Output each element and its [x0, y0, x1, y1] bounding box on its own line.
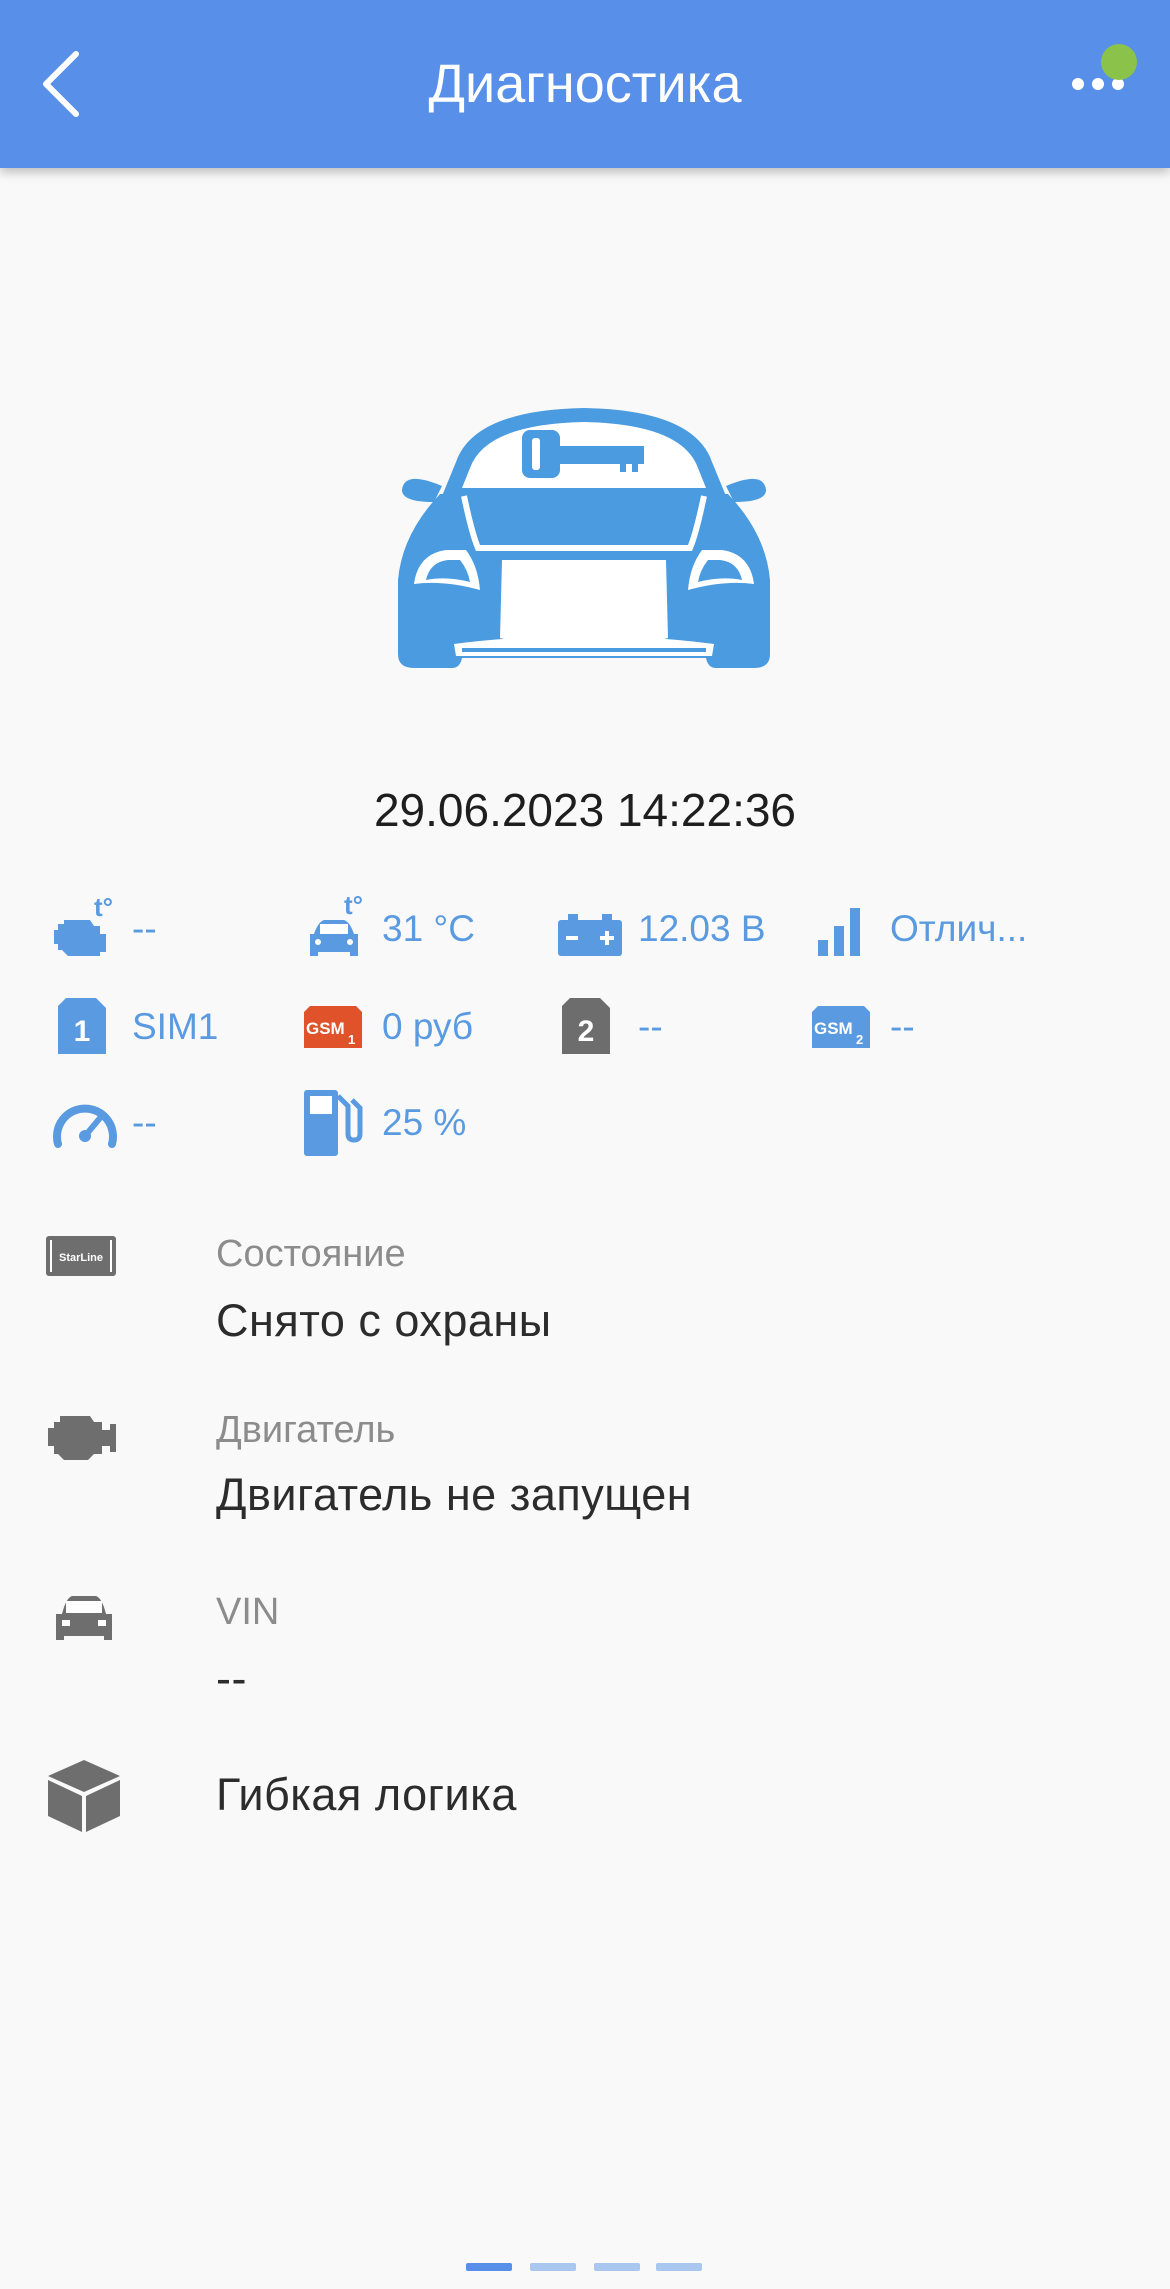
info-row-state: StarLine Состояние Снято с охраны: [0, 1226, 1170, 1356]
cube-icon: [48, 1760, 120, 1832]
svg-text:t°: t°: [344, 894, 363, 920]
engine-temp-icon: t°: [54, 894, 113, 956]
signal-icon: [818, 908, 860, 956]
online-status-dot: [1101, 44, 1137, 80]
engine-icon: [48, 1416, 116, 1460]
stat-sim1: 1 SIM1: [50, 992, 300, 1062]
flex-logic-label[interactable]: Гибкая логика: [216, 1768, 517, 1822]
sim1-value: SIM1: [132, 1006, 219, 1047]
svg-text:2: 2: [856, 1032, 863, 1047]
svg-text:2: 2: [578, 1015, 595, 1048]
engine-status-value: Двигатель не запущен: [216, 1469, 693, 1520]
gsm2-balance-value: --: [890, 1006, 915, 1047]
fuel-icon: [304, 1090, 363, 1156]
stat-battery: 12.03 В: [556, 894, 806, 964]
svg-text:t°: t°: [94, 894, 113, 922]
gsm2-balance-icon: GSM 2: [812, 1006, 870, 1048]
svg-text:1: 1: [74, 1015, 91, 1048]
page-title: Диагностика: [428, 54, 742, 114]
vin-label: VIN: [216, 1591, 280, 1633]
stat-gsm2-balance: GSM 2 --: [808, 992, 1058, 1062]
car-front-illustration: [398, 408, 770, 668]
signal-quality-value: Отлич...: [890, 908, 1028, 949]
more-menu-icon[interactable]: [1068, 40, 1148, 120]
state-label: Состояние: [216, 1233, 406, 1275]
gsm1-balance-value: 0 руб: [382, 1006, 474, 1047]
info-row-vin: VIN --: [0, 1586, 1170, 1716]
svg-text:GSM: GSM: [814, 1019, 853, 1038]
diagnostics-screen: Диагностика 29.06.2023 14:22:36 t° -- t°…: [0, 0, 1170, 2289]
speedometer-icon: [53, 1104, 117, 1148]
app-header: Диагностика: [0, 0, 1170, 168]
stat-engine-temp: t° --: [50, 894, 300, 964]
stat-fuel: 25 %: [300, 1088, 550, 1158]
engine-label: Двигатель: [216, 1409, 396, 1451]
state-value: Снято с охраны: [216, 1295, 552, 1346]
svg-text:StarLine: StarLine: [59, 1252, 103, 1264]
engine-temp-value: --: [132, 908, 157, 949]
gsm1-balance-icon: GSM 1: [304, 1006, 362, 1048]
sim1-icon: 1: [58, 998, 106, 1054]
svg-text:1: 1: [348, 1032, 355, 1047]
starline-logo-icon: StarLine: [46, 1236, 116, 1276]
last-update-datetime: 29.06.2023 14:22:36: [373, 784, 797, 836]
sim2-icon: 2: [562, 998, 610, 1054]
info-row-flex-logic[interactable]: Гибкая логика: [0, 1758, 1170, 1838]
fuel-level-value: 25 %: [382, 1102, 467, 1143]
page-dot-active[interactable]: [466, 2263, 512, 2271]
stat-gsm-signal: Отлич...: [808, 894, 1058, 964]
cabin-temp-value: 31 °C: [382, 908, 475, 949]
page-dot[interactable]: [656, 2263, 702, 2271]
svg-text:GSM: GSM: [306, 1019, 345, 1038]
stat-speed: --: [50, 1088, 300, 1158]
info-row-engine: Двигатель Двигатель не запущен: [0, 1406, 1170, 1536]
page-dot[interactable]: [594, 2263, 640, 2271]
speed-value: --: [132, 1102, 157, 1143]
car-icon: [56, 1596, 112, 1640]
vin-value: --: [216, 1653, 247, 1704]
cabin-temp-icon: t°: [310, 894, 363, 956]
battery-icon: [558, 914, 622, 956]
page-dot[interactable]: [530, 2263, 576, 2271]
sim2-value: --: [638, 1006, 663, 1047]
stat-sim2: 2 --: [556, 992, 806, 1062]
stat-cabin-temp: t° 31 °C: [300, 894, 550, 964]
battery-voltage-value: 12.03 В: [638, 908, 766, 949]
stat-gsm1-balance: GSM 1 0 руб: [300, 992, 550, 1062]
